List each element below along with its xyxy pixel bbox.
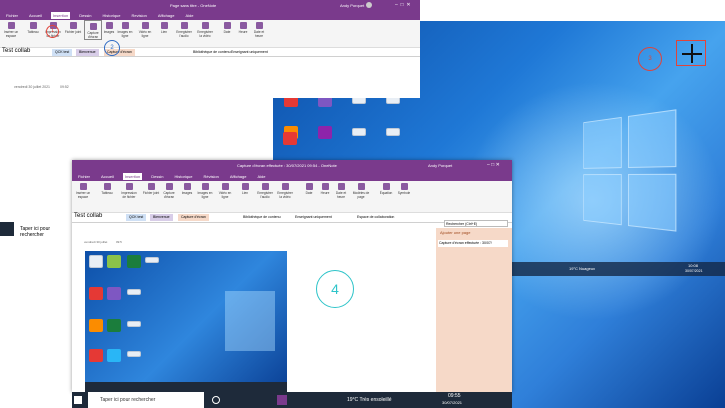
attach-file-button[interactable]: Fichier joint (64, 20, 82, 34)
section-tab-teacher[interactable]: Enseignant uniquement (292, 214, 335, 221)
tab-dessin[interactable]: Dessin (77, 12, 93, 19)
screen-capture-button[interactable]: Capture d'écran (160, 181, 178, 199)
page-time: 09:5 (116, 240, 122, 244)
tab-accueil[interactable]: Accueil (27, 12, 44, 19)
section-tab-teacher[interactable]: Enseignant uniquement (228, 49, 271, 56)
onenote-taskbar-icon[interactable] (277, 395, 287, 405)
tab-revision[interactable]: Révision (202, 173, 221, 180)
window-controls[interactable]: – □ ✕ (395, 2, 411, 8)
add-page-button[interactable]: Ajouter une page (440, 230, 470, 235)
tab-insertion[interactable]: Insertion (50, 11, 71, 19)
notebook-name[interactable]: Test collab (2, 48, 30, 54)
section-tabs: Test collab QCK test Bienvenue Capture d… (0, 48, 420, 57)
section-tab-bienvenue[interactable]: Bienvenue (150, 214, 173, 221)
record-video-button[interactable]: Enregistrer la vidéo (276, 181, 294, 199)
ribbon-tabs: Fichier Accueil Insertion Dessin Histori… (72, 171, 512, 181)
record-video-button[interactable]: Enregistrer la vidéo (196, 20, 214, 38)
date-time-button[interactable]: Date et heure (250, 20, 268, 38)
weather-status[interactable]: 19°C Nuageux (569, 266, 595, 271)
clock-time[interactable]: 09:55 (448, 393, 461, 399)
symbol-button[interactable]: Symbole (395, 181, 413, 195)
ribbon: Insérer un espace Tableau Impression de … (72, 181, 512, 213)
tab-fichier[interactable]: Fichier (4, 12, 20, 19)
section-tab-qck[interactable]: QCK test (52, 49, 73, 56)
step-4-marker: 4 (316, 270, 354, 308)
images-button[interactable]: Images (178, 181, 196, 195)
window-controls[interactable]: – □ ✕ (487, 162, 500, 168)
weather-status[interactable]: 19°C Très ensoleillé (347, 397, 392, 403)
taskbar-search[interactable]: Taper ici pour rechercher (100, 397, 155, 403)
print-file-button[interactable]: Impression de fichier (120, 181, 138, 199)
step-1-marker: 1 (46, 25, 59, 38)
page-date: vendredi 30 juillet (84, 240, 108, 244)
windows-logo (583, 108, 684, 244)
tab-accueil[interactable]: Accueil (99, 173, 116, 180)
table-button[interactable]: Tableau (24, 20, 42, 34)
user-name: Andy Porquet (340, 3, 365, 8)
tab-affichage[interactable]: Affichage (228, 173, 249, 180)
tab-historique[interactable]: Historique (101, 12, 123, 19)
start-button-icon[interactable] (74, 396, 82, 404)
tab-affichage[interactable]: Affichage (156, 12, 177, 19)
clock-date: 30/07/2021 (442, 400, 463, 405)
ribbon-tabs: Fichier Accueil Insertion Dessin Histori… (0, 10, 420, 20)
page-templates-button[interactable]: Modèles de page (352, 181, 370, 199)
search-label: Taper ici pour rechercher (20, 226, 51, 238)
cortana-icon[interactable] (212, 396, 220, 404)
tab-dessin[interactable]: Dessin (149, 173, 165, 180)
taskbar-search-left[interactable]: Taper ici pour rechercher (0, 222, 72, 238)
avatar[interactable] (366, 2, 372, 8)
page-date: vendredi 30 juillet 2021 (14, 85, 50, 89)
tab-fichier[interactable]: Fichier (76, 173, 92, 180)
record-audio-button[interactable]: Enregistrer l'audio (175, 20, 193, 38)
section-tab-capture[interactable]: Capture d'écran (178, 214, 209, 221)
notebook-name[interactable]: Test collab (74, 213, 102, 219)
step-3-marker: 3 (638, 47, 662, 71)
tab-insertion[interactable]: Insertion (122, 172, 143, 180)
embedded-screenshot[interactable] (85, 251, 287, 392)
equation-button[interactable]: Équation (377, 181, 395, 195)
title-bar: Capture d'écran effectuée : 30/07/2021 0… (72, 160, 512, 171)
section-tab-qck[interactable]: QCK test (126, 214, 147, 221)
tab-historique[interactable]: Historique (173, 173, 195, 180)
onenote-window-bottom: Capture d'écran effectuée : 30/07/2021 0… (72, 160, 512, 392)
window-title: Capture d'écran effectuée : 30/07/2021 0… (237, 163, 337, 168)
page-time: 09:52 (60, 85, 69, 89)
date-time-button[interactable]: Date et heure (332, 181, 350, 199)
user-name: Andy Porquet (428, 163, 453, 168)
section-tab-library[interactable]: Bibliothèque de contenu (240, 214, 284, 221)
online-images-button[interactable]: Images en ligne (196, 181, 214, 199)
section-tab-bienvenue[interactable]: Bienvenue (76, 49, 99, 56)
onenote-window-top: Page sans titre - OneNote Andy Porquet –… (0, 0, 420, 98)
link-button[interactable]: Lien (236, 181, 254, 195)
tab-aide[interactable]: Aide (183, 12, 195, 19)
insert-space-button[interactable]: Insérer un espace (74, 181, 92, 199)
crosshair-cursor (676, 40, 706, 66)
insert-space-button[interactable]: Insérer un espace (2, 20, 20, 38)
taskbar[interactable]: Taper ici pour rechercher 19°C Très enso… (72, 392, 512, 408)
table-button[interactable]: Tableau (98, 181, 116, 195)
page-list-item[interactable]: Capture d'écran effectuée : 30/07/ (438, 240, 508, 247)
ribbon: Insérer un espace Tableau Impression de … (0, 20, 420, 48)
step-2-marker: 2 (104, 40, 120, 56)
section-tab-collab[interactable]: Espace de collaboration (354, 214, 397, 221)
tab-aide[interactable]: Aide (255, 173, 267, 180)
record-audio-button[interactable]: Enregistrer l'audio (256, 181, 274, 199)
attach-file-button[interactable]: Fichier joint (142, 181, 160, 195)
online-video-button[interactable]: Vidéo en ligne (216, 181, 234, 199)
clock-time[interactable]: 10:08 (688, 263, 698, 268)
window-title: Page sans titre - OneNote (170, 3, 217, 8)
tab-revision[interactable]: Revision (130, 12, 149, 19)
clock-date: 30/07/2021 (685, 269, 703, 273)
title-bar: Page sans titre - OneNote Andy Porquet –… (0, 0, 420, 10)
link-button[interactable]: Lien (155, 20, 173, 34)
online-images-button[interactable]: Images en ligne (116, 20, 134, 38)
online-video-button[interactable]: Vidéo en ligne (136, 20, 154, 38)
search-input[interactable]: Rechercher (Ctrl+E) (444, 220, 508, 227)
pages-panel: Ajouter une page Capture d'écran effectu… (436, 228, 512, 392)
